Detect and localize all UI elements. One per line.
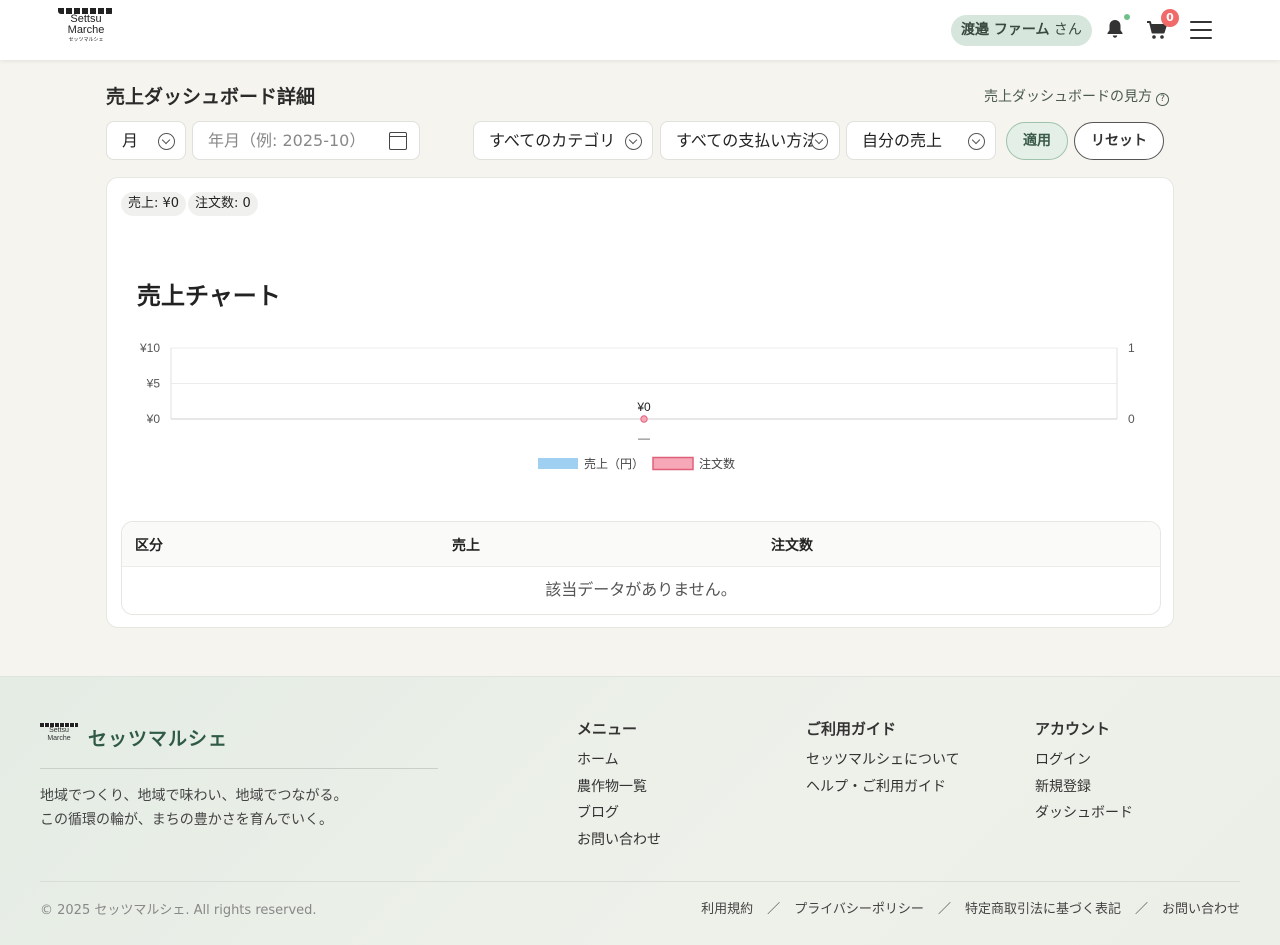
footer-link-privacy[interactable]: プライバシーポリシー <box>794 902 924 917</box>
month-placeholder: 年月（例: 2025-10） <box>208 131 366 150</box>
help-link[interactable]: 売上ダッシュボードの見方? <box>984 86 1169 106</box>
logo-sub: セッツマルシェ <box>68 37 104 43</box>
period-value: 月 <box>122 131 139 150</box>
scope-select[interactable]: 自分の売上 <box>846 121 996 160</box>
category-value: すべてのカテゴリ <box>489 131 616 150</box>
bell-icon[interactable] <box>1106 19 1124 39</box>
calendar-icon[interactable] <box>389 132 407 150</box>
legend-label: 売上（円） <box>584 456 644 471</box>
reset-button[interactable]: リセット <box>1074 122 1164 160</box>
chevron-down-icon <box>811 133 828 150</box>
logo-text-2: Marche <box>67 24 105 36</box>
footer-logo-text-1: Settsu <box>49 727 69 734</box>
legend-swatch-orders <box>652 456 694 471</box>
footer-link-products[interactable]: 農作物一覧 <box>577 774 661 801</box>
legend-swatch-sales <box>538 458 578 469</box>
footer-link-login[interactable]: ログイン <box>1035 747 1133 774</box>
footer-link-contact[interactable]: お問い合わせ <box>577 827 661 854</box>
user-suffix: さん <box>1053 22 1082 38</box>
footer-link-home[interactable]: ホーム <box>577 747 661 774</box>
footer-bottom-divider <box>40 881 1240 882</box>
month-input[interactable]: 年月（例: 2025-10） <box>192 121 420 160</box>
footer-guide-title: ご利用ガイド <box>806 720 897 738</box>
sales-card: 売上: ¥0 注文数: 0 売上チャート ¥0 ¥5 ¥10 0 1 ¥0 — 売上（… <box>106 177 1174 628</box>
orders-point <box>640 415 648 423</box>
chevron-down-icon <box>158 133 175 150</box>
footer-link-contact-bottom[interactable]: お問い合わせ <box>1162 902 1240 917</box>
footer-link-terms[interactable]: 利用規約 <box>701 902 753 917</box>
y-left-tick-label: ¥0 <box>146 412 161 426</box>
separator: ／ <box>767 902 781 917</box>
y-right-tick-label: 0 <box>1128 412 1135 426</box>
footer-tagline: 地域でつくり、地域で味わい、地域でつながる。 この循環の輪が、まちの豊かさを育ん… <box>40 784 347 832</box>
notification-dot <box>1124 14 1130 20</box>
hamburger-menu-icon[interactable] <box>1190 21 1212 39</box>
footer-menu-column: メニュー ホーム 農作物一覧 ブログ お問い合わせ <box>577 718 661 853</box>
site-footer: Settsu Marche セッツマルシェ 地域でつくり、地域で味わい、地域でつ… <box>0 676 1280 945</box>
col-header-orders: 注文数 <box>771 538 813 554</box>
footer-legal-links: 利用規約 ／ プライバシーポリシー ／ 特定商取引法に基づく表記 ／ お問い合わせ <box>701 898 1240 917</box>
table-empty-message: 該当データがありません。 <box>545 580 737 599</box>
chart-title: 売上チャート <box>137 282 281 310</box>
footer-link-register[interactable]: 新規登録 <box>1035 774 1133 801</box>
footer-link-tokusho[interactable]: 特定商取引法に基づく表記 <box>965 902 1121 917</box>
period-select[interactable]: 月 <box>106 121 186 160</box>
site-header: Settsu Marche セッツマルシェ 渡邉 ファーム さん 0 <box>0 0 1280 60</box>
footer-brand: セッツマルシェ <box>88 728 229 750</box>
category-select[interactable]: すべてのカテゴリ <box>473 121 653 160</box>
site-logo[interactable]: Settsu Marche セッツマルシェ <box>58 8 118 50</box>
payment-value: すべての支払い方法 <box>676 131 819 150</box>
footer-divider <box>40 768 438 769</box>
payment-select[interactable]: すべての支払い方法 <box>660 121 840 160</box>
table-header: 区分 売上 注文数 <box>122 522 1160 567</box>
cart-count-badge: 0 <box>1161 9 1179 27</box>
orders-summary-chip: 注文数: 0 <box>188 192 258 216</box>
col-header-category: 区分 <box>135 538 163 554</box>
sales-table: 区分 売上 注文数 該当データがありません。 <box>121 521 1161 615</box>
footer-account-column: アカウント ログイン 新規登録 ダッシュボード <box>1035 718 1133 827</box>
footer-menu-title: メニュー <box>577 720 638 738</box>
apply-button[interactable]: 適用 <box>1006 122 1068 160</box>
separator: ／ <box>1134 902 1148 917</box>
sales-chart: ¥0 ¥5 ¥10 0 1 ¥0 — 売上（円） 注文数 <box>139 341 1135 471</box>
help-link-label: 売上ダッシュボードの見方 <box>984 89 1152 105</box>
user-badge[interactable]: 渡邉 ファーム さん <box>951 15 1092 46</box>
y-left-tick-label: ¥5 <box>146 377 161 391</box>
x-tick-label: — <box>638 431 650 445</box>
data-label: ¥0 <box>636 400 651 414</box>
legend-label: 注文数 <box>699 456 735 471</box>
footer-guide-column: ご利用ガイド セッツマルシェについて ヘルプ・ご利用ガイド <box>806 718 960 800</box>
chevron-down-icon <box>625 133 642 150</box>
separator: ／ <box>937 902 951 917</box>
user-name: 渡邉 ファーム <box>961 22 1050 38</box>
footer-link-blog[interactable]: ブログ <box>577 800 661 827</box>
footer-link-dashboard[interactable]: ダッシュボード <box>1035 800 1133 827</box>
y-left-tick-label: ¥10 <box>139 341 160 355</box>
chevron-down-icon <box>968 133 985 150</box>
tagline-line-2: この循環の輪が、まちの豊かさを育んでいく。 <box>40 812 334 828</box>
footer-link-help[interactable]: ヘルプ・ご利用ガイド <box>806 774 960 801</box>
sales-summary-chip: 売上: ¥0 <box>121 192 187 216</box>
scope-value: 自分の売上 <box>862 131 943 150</box>
footer-logo[interactable]: Settsu Marche <box>40 723 80 751</box>
col-header-sales: 売上 <box>452 538 480 554</box>
footer-link-about[interactable]: セッツマルシェについて <box>806 747 960 774</box>
page-title: 売上ダッシュボード詳細 <box>106 86 316 108</box>
question-icon: ? <box>1156 93 1169 106</box>
footer-account-title: アカウント <box>1035 720 1111 738</box>
footer-logo-text-2: Marche <box>47 735 71 742</box>
y-right-tick-label: 1 <box>1128 341 1135 355</box>
copyright: © 2025 セッツマルシェ. All rights reserved. <box>40 903 317 918</box>
tagline-line-1: 地域でつくり、地域で味わい、地域でつながる。 <box>40 788 348 804</box>
